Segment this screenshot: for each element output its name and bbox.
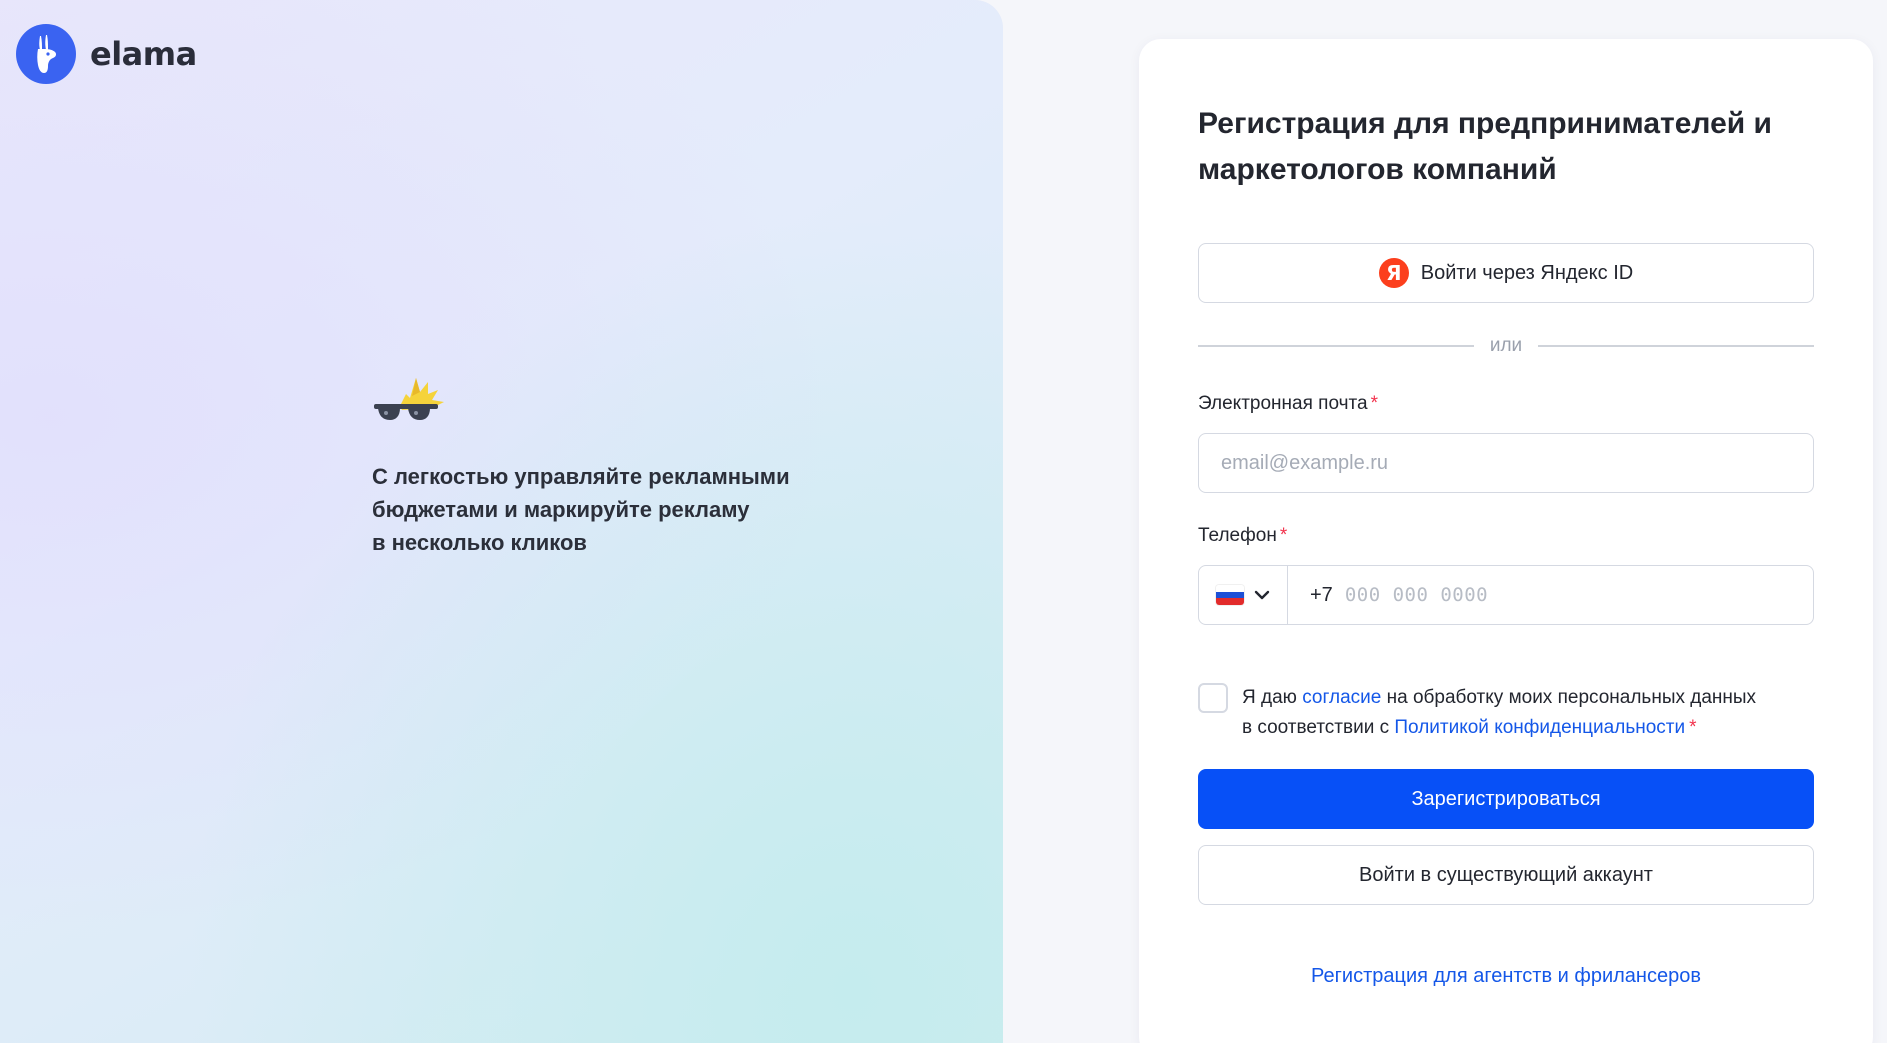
phone-required-mark: *: [1279, 525, 1288, 546]
email-label-text: Электронная почта: [1198, 393, 1368, 414]
brand-name: elama: [90, 35, 197, 73]
login-existing-account-button[interactable]: Войти в существующий аккаунт: [1198, 845, 1814, 905]
yandex-id-login-button[interactable]: Я Войти через Яндекс ID: [1198, 243, 1814, 303]
yandex-icon: Я: [1378, 258, 1409, 288]
email-label: Электронная почта *: [1198, 393, 1814, 417]
phone-label: Телефон *: [1198, 525, 1814, 549]
consent-text-part: Я даю: [1242, 687, 1303, 708]
country-code-select[interactable]: [1199, 566, 1288, 624]
russia-flag-icon: [1216, 585, 1244, 605]
registration-page: elama С легкостью управляйте рекламными …: [0, 0, 1887, 1043]
email-placeholder: email@example.ru: [1221, 451, 1389, 474]
consent-text-part: в соответствии с: [1242, 717, 1395, 738]
logo[interactable]: elama: [16, 24, 197, 84]
promo-panel: elama С легкостью управляйте рекламными …: [0, 0, 1003, 1043]
consent-text-part: на обработку моих персональных данных: [1381, 687, 1757, 708]
page-title: Регистрация для предпринимателей и марке…: [1198, 107, 1772, 186]
email-field[interactable]: email@example.ru: [1198, 433, 1814, 493]
phone-field: +7 000 000 0000: [1198, 565, 1814, 625]
consent-text: Я даю согласие на обработку моих персона…: [1242, 683, 1756, 743]
consent-link[interactable]: согласие: [1302, 687, 1381, 708]
consent-required-mark: *: [1689, 717, 1697, 738]
phone-input[interactable]: +7 000 000 0000: [1288, 566, 1488, 624]
email-required-mark: *: [1370, 393, 1378, 414]
consent-row: Я даю согласие на обработку моих персона…: [1198, 683, 1814, 743]
or-divider: или: [1198, 335, 1815, 357]
promo-block: С легкостью управляйте рекламными бюджет…: [372, 372, 832, 559]
agency-registration-link[interactable]: Регистрация для агентств и фрилансеров: [1198, 965, 1814, 988]
privacy-policy-link[interactable]: Политикой конфиденциальности: [1394, 717, 1685, 738]
divider-line-left: [1198, 345, 1474, 347]
phone-prefix: +7: [1310, 583, 1333, 606]
consent-checkbox[interactable]: [1198, 683, 1228, 713]
divider-line-right: [1538, 345, 1815, 347]
sunglasses-spiky-hair-icon: [372, 372, 452, 430]
divider-text: или: [1489, 335, 1523, 356]
registration-card: Регистрация для предпринимателей и марке…: [1139, 39, 1873, 1043]
register-button[interactable]: Зарегистрироваться: [1198, 769, 1814, 829]
chevron-down-icon: [1254, 590, 1270, 600]
login-button-label: Войти в существующий аккаунт: [1359, 863, 1653, 886]
promo-text: С легкостью управляйте рекламными бюджет…: [372, 464, 790, 555]
registration-form: Регистрация для предпринимателей и марке…: [1198, 101, 1815, 988]
phone-label-text: Телефон: [1198, 525, 1277, 546]
phone-placeholder: 000 000 0000: [1344, 584, 1489, 606]
llama-logo-icon: [16, 24, 76, 84]
yandex-button-label: Войти через Яндекс ID: [1420, 261, 1634, 284]
